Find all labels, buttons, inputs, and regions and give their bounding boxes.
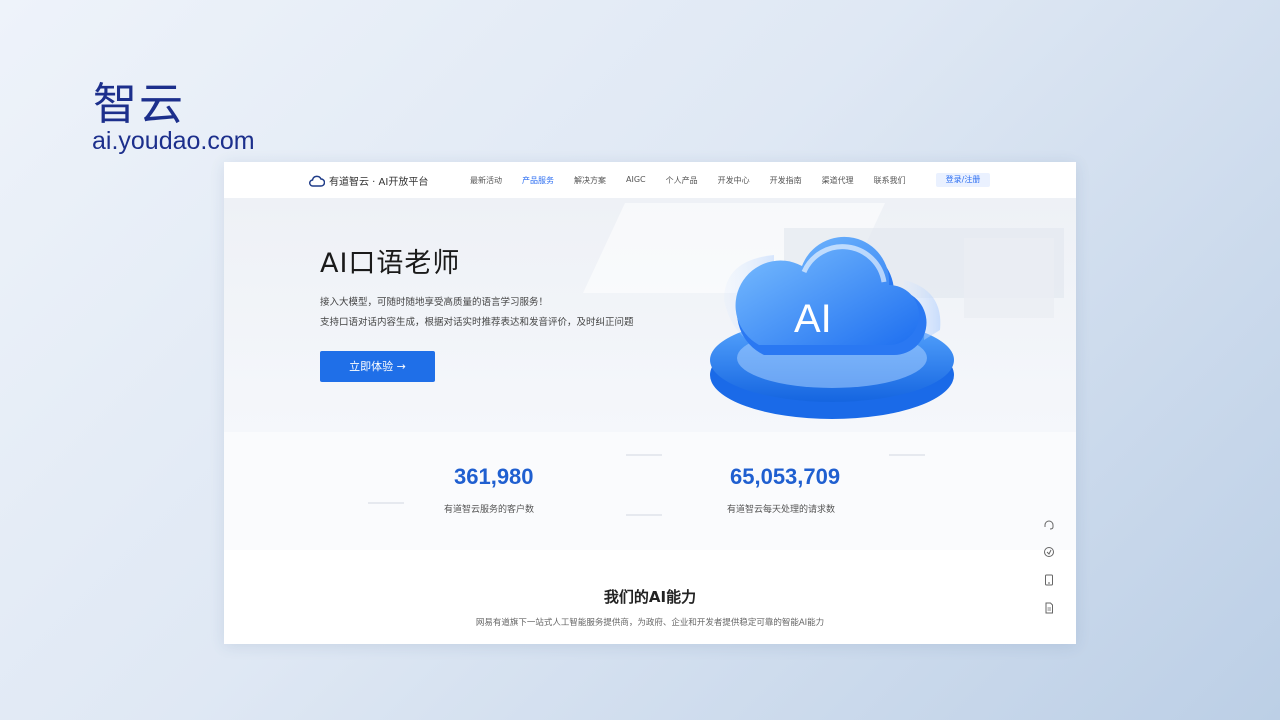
login-button[interactable]: 登录/注册 (936, 173, 990, 187)
site-logo[interactable]: 有道智云 · AI开放平台 (309, 173, 428, 188)
stat-customers-number: 361,980 (454, 464, 534, 489)
logo-text: 有道智云 · AI开放平台 (329, 177, 429, 188)
chat-icon[interactable] (1042, 544, 1056, 560)
nav-item-aigc[interactable]: AIGC (626, 175, 646, 186)
headset-icon[interactable] (1042, 516, 1056, 532)
overlay-title: 智云 (93, 79, 185, 130)
ai-cloud-illustration: AI (710, 236, 954, 419)
try-now-button[interactable]: 立即体验 → (320, 351, 435, 382)
divider (368, 502, 404, 504)
top-navigation: 有道智云 · AI开放平台 最新活动 产品服务 解决方案 AIGC 个人产品 开… (224, 162, 1076, 198)
nav-item-channel[interactable]: 渠道代理 (822, 175, 854, 186)
hero-description-line1: 接入大模型，可随时随地享受高质量的语言学习服务！ (320, 297, 549, 308)
overlay-url: ai.youdao.com (92, 127, 255, 155)
ability-subtitle: 网易有道旗下一站式人工智能服务提供商，为政府、企业和开发者提供稳定可靠的智能AI… (475, 618, 825, 628)
stat-requests-label: 有道智云每天处理的请求数 (727, 505, 836, 515)
ability-title: 我们的AI能力 (603, 588, 697, 606)
nav-item-activities[interactable]: 最新活动 (470, 175, 502, 186)
nav-item-dev-center[interactable]: 开发中心 (718, 175, 750, 186)
hero-description-line2: 支持口语对话内容生成，根据对话实时推荐表达和发音评价，及时纠正问题 (320, 317, 634, 328)
hero-banner: AI口语老师 接入大模型，可随时随地享受高质量的语言学习服务！ 支持口语对话内容… (224, 198, 1076, 432)
website-screenshot: 有道智云 · AI开放平台 最新活动 产品服务 解决方案 AIGC 个人产品 开… (224, 162, 1076, 644)
stat-requests-number: 65,053,709 (730, 464, 841, 489)
stats-section: 361,980 有道智云服务的客户数 65,053,709 有道智云每天处理的请… (224, 432, 1076, 550)
nav-item-personal[interactable]: 个人产品 (666, 175, 698, 186)
illustration-ai-text: AI (794, 297, 832, 341)
divider (889, 454, 925, 456)
nav-item-solutions[interactable]: 解决方案 (574, 175, 606, 186)
nav-menu: 最新活动 产品服务 解决方案 AIGC 个人产品 开发中心 开发指南 渠道代理 … (470, 175, 926, 186)
nav-item-dev-guide[interactable]: 开发指南 (770, 175, 802, 186)
nav-item-products[interactable]: 产品服务 (522, 175, 554, 186)
document-icon[interactable] (1042, 600, 1056, 616)
floating-toolbar (1042, 516, 1056, 616)
hero-title: AI口语老师 (320, 248, 461, 279)
stat-customers-label: 有道智云服务的客户数 (444, 505, 535, 515)
divider (626, 454, 662, 456)
mobile-icon[interactable] (1042, 572, 1056, 588)
nav-item-contact[interactable]: 联系我们 (874, 175, 906, 186)
cloud-logo-icon (309, 175, 325, 187)
divider (626, 514, 662, 516)
